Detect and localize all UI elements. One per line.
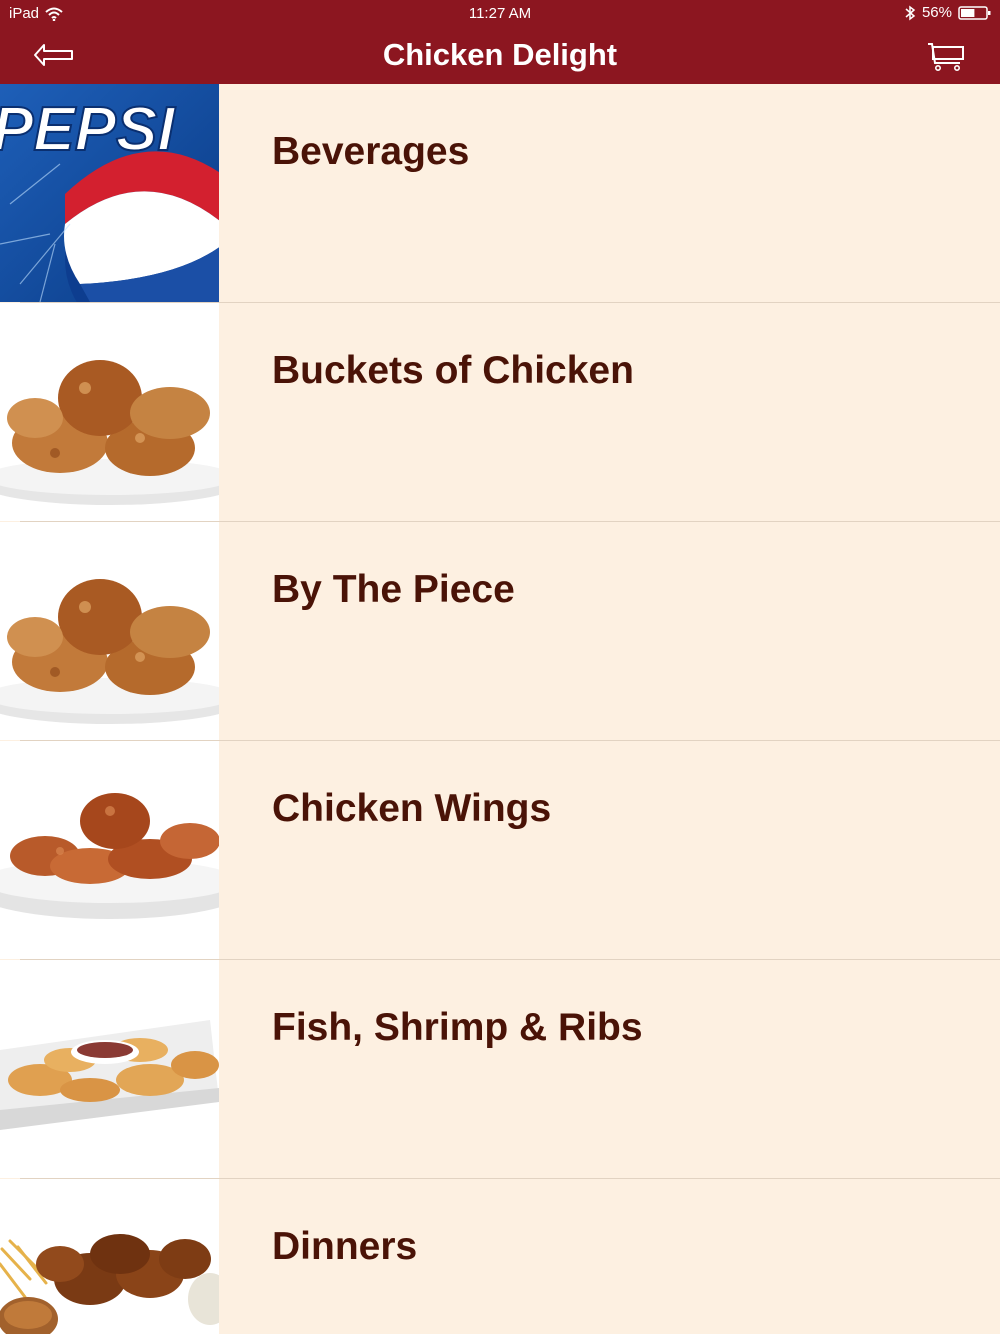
svg-text:PEPSI: PEPSI [0,95,176,164]
category-label: Fish, Shrimp & Ribs [272,1006,643,1049]
fried-chicken-plate-image [0,303,219,521]
category-row-beverages[interactable]: PEPSI Beverages [0,84,1000,303]
category-label: Dinners [272,1225,418,1268]
nav-bar: Chicken Delight [0,28,1000,84]
battery-icon [958,5,991,20]
status-bar: iPad 11:27 AM 56% [0,0,1000,28]
status-time: 11:27 AM [468,5,532,22]
category-row-fish-shrimp-ribs[interactable]: Fish, Shrimp & Ribs [0,960,1000,1179]
status-right: 56% [904,4,992,21]
back-button[interactable] [30,40,80,70]
category-row-chicken-wings[interactable]: Chicken Wings [0,741,1000,960]
chicken-wings-plate-image [0,741,219,959]
category-row-buckets[interactable]: Buckets of Chicken [0,303,1000,522]
category-row-dinners[interactable]: Dinners [0,1179,1000,1334]
category-row-by-the-piece[interactable]: By The Piece [0,522,1000,741]
cart-icon [928,43,964,71]
battery-percent: 56% [921,4,952,21]
app-screen: iPad 11:27 AM 56% Chicken Delight PEPSI … [0,0,1000,1334]
category-label: Chicken Wings [272,787,552,830]
shrimp-plate-image [0,960,219,1178]
category-list: PEPSI Beverages Buckets of Chicken By Th… [0,84,1000,1334]
bluetooth-icon [905,5,916,20]
fried-chicken-plate-image [0,522,219,740]
category-label: Beverages [272,130,470,173]
back-arrow-icon [34,44,73,66]
header: iPad 11:27 AM 56% Chicken Delight [0,0,1000,84]
pepsi-logo-image: PEPSI [0,84,219,302]
page-title: Chicken Delight [382,37,618,72]
cart-button[interactable] [926,39,966,73]
category-label: Buckets of Chicken [272,349,634,392]
dinner-platter-image [0,1179,219,1334]
category-label: By The Piece [272,568,515,611]
